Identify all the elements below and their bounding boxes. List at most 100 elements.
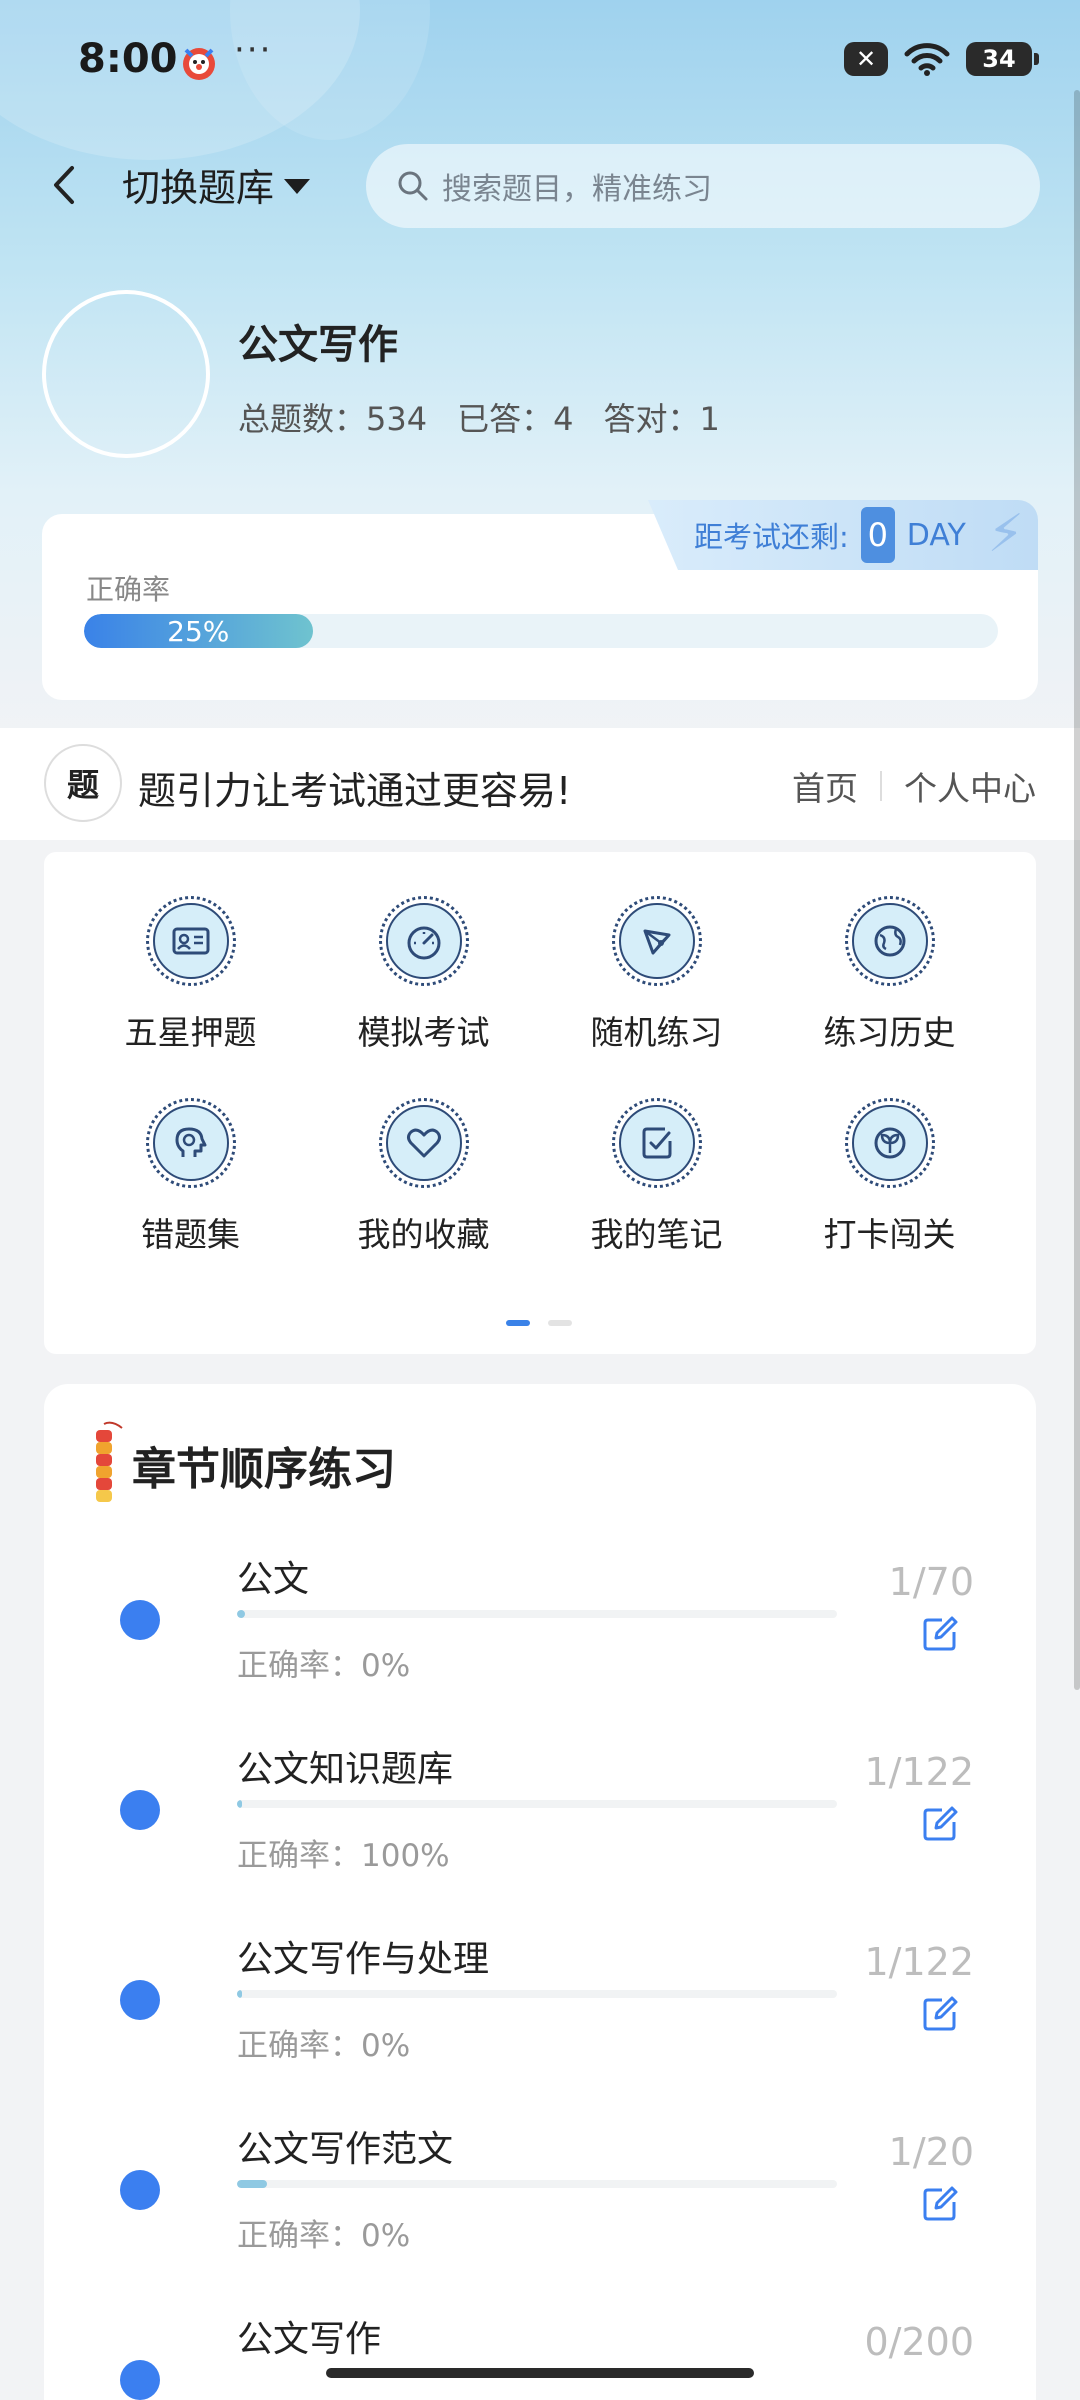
- slogan-bar: 题 题引力让考试通过更容易! 首页 个人中心: [0, 728, 1080, 840]
- chapter-count: 1/122: [864, 1750, 974, 1794]
- correct-stat: 答对：1: [603, 400, 720, 438]
- accuracy-label: 正确率: [86, 573, 171, 606]
- wifi-icon: [904, 43, 950, 76]
- answered-stat: 已答：4: [457, 400, 574, 438]
- top-navigation: 切换题库 搜索题目，精准练习: [0, 140, 1080, 230]
- accuracy-progress: 25%: [84, 614, 998, 648]
- chapter-progress: [237, 1610, 837, 1618]
- chapter-status-dot: [120, 1790, 160, 1830]
- avatar: [42, 290, 210, 458]
- pager-dot[interactable]: [548, 1320, 572, 1326]
- chapter-item[interactable]: 公文写作与处理 正确率：0% 1/122: [44, 1920, 1036, 2110]
- menu-item-favorites[interactable]: 我的收藏: [307, 1098, 540, 1256]
- chapter-item[interactable]: 公文 正确率：0% 1/70: [44, 1540, 1036, 1730]
- menu-label: 我的收藏: [357, 1215, 490, 1254]
- exam-countdown: 距考试还剩: 0 DAY ⚡: [648, 500, 1038, 570]
- edit-icon[interactable]: [920, 1804, 960, 1844]
- home-link[interactable]: 首页: [792, 762, 858, 810]
- menu-item-wrong-questions[interactable]: 错题集: [74, 1098, 307, 1256]
- chapter-progress: [237, 1990, 837, 1998]
- switch-bank-button[interactable]: 切换题库: [122, 156, 311, 212]
- home-indicator[interactable]: [326, 2368, 754, 2378]
- search-placeholder: 搜索题目，精准练习: [442, 172, 712, 207]
- chapter-accuracy: 正确率：0%: [237, 2028, 411, 2064]
- menu-label: 打卡闯关: [823, 1215, 956, 1254]
- sprout-icon: [874, 1127, 905, 1159]
- slogan-text: 题引力让考试通过更容易!: [138, 769, 572, 813]
- chapter-name: 公文写作范文: [237, 2129, 454, 2170]
- edit-icon[interactable]: [920, 1614, 960, 1654]
- brain-icon: [175, 1127, 206, 1157]
- more-indicator: ···: [234, 30, 273, 70]
- accuracy-progress-fill: 25%: [84, 614, 313, 648]
- lightning-icon: ⚡: [987, 504, 1024, 564]
- brand-logo: 题: [44, 744, 122, 822]
- menu-label: 模拟考试: [357, 1013, 490, 1052]
- chapter-count: 1/122: [864, 1940, 974, 1984]
- id-card-icon: [172, 927, 209, 955]
- back-arrow-icon[interactable]: [44, 160, 84, 210]
- menu-pager: [506, 1320, 572, 1326]
- user-center-link[interactable]: 个人中心: [904, 762, 1036, 810]
- chapter-section-title: 章节顺序练习: [132, 1444, 396, 1495]
- menu-label: 错题集: [141, 1215, 240, 1254]
- menu-item-mock-exam[interactable]: 模拟考试: [307, 896, 540, 1054]
- total-stat: 总题数：534: [238, 400, 428, 438]
- chapter-progress: [237, 1800, 837, 1808]
- chapter-name: 公文: [237, 1559, 310, 1600]
- chapter-item[interactable]: 公文写作范文 正确率：0% 1/20: [44, 2110, 1036, 2300]
- firecracker-icon: [96, 1421, 123, 1502]
- menu-item-five-star[interactable]: 五星押题: [74, 896, 307, 1054]
- exam-countdown-days: 0: [860, 507, 895, 563]
- chapter-status-dot: [120, 1600, 160, 1640]
- status-time: 8:00: [78, 36, 178, 82]
- search-input[interactable]: 搜索题目，精准练习: [366, 144, 1040, 228]
- divider: [880, 771, 882, 801]
- bank-title: 公文写作: [238, 322, 398, 368]
- globe-icon: [874, 925, 905, 957]
- bank-profile: 公文写作 总题数：534 已答：4 答对：1: [0, 290, 1080, 470]
- switch-bank-label: 切换题库: [122, 165, 275, 210]
- chapter-item[interactable]: 公文知识题库 正确率：100% 1/122: [44, 1730, 1036, 1920]
- menu-label: 随机练习: [590, 1013, 723, 1052]
- menu-item-check-in[interactable]: 打卡闯关: [773, 1098, 1006, 1256]
- chapter-name: 公文知识题库: [237, 1749, 454, 1790]
- chapter-status-dot: [120, 2170, 160, 2210]
- pager-dot-active[interactable]: [506, 1320, 530, 1326]
- chapter-status-dot: [120, 1980, 160, 2020]
- note-check-icon: [642, 1127, 671, 1159]
- menu-item-random-practice[interactable]: 随机练习: [540, 896, 773, 1054]
- menu-label: 练习历史: [823, 1013, 956, 1052]
- search-icon: [398, 171, 428, 201]
- scrollbar[interactable]: [1074, 90, 1080, 1690]
- sim-disabled-icon: ✕: [844, 42, 888, 76]
- edit-icon[interactable]: [920, 1994, 960, 2034]
- chapter-count: 1/20: [888, 2130, 974, 2174]
- exam-countdown-unit: DAY: [906, 517, 966, 553]
- heart-icon: [406, 1128, 441, 1158]
- chapter-progress: [237, 2180, 837, 2188]
- menu-label: 我的笔记: [590, 1215, 723, 1254]
- menu-label: 五星押题: [124, 1013, 257, 1052]
- menu-item-practice-history[interactable]: 练习历史: [773, 896, 1006, 1054]
- battery-icon: 34: [966, 42, 1039, 76]
- accuracy-card: 距考试还剩: 0 DAY ⚡ 正确率 25%: [42, 500, 1038, 700]
- bank-stats: 总题数：534 已答：4 答对：1: [238, 394, 720, 440]
- chapter-item[interactable]: 公文写作 0/200: [44, 2300, 1036, 2400]
- chapter-accuracy: 正确率：0%: [237, 1648, 411, 1684]
- menu-item-notes[interactable]: 我的笔记: [540, 1098, 773, 1256]
- chapter-name: 公文写作: [237, 2319, 382, 2360]
- chapter-accuracy: 正确率：0%: [237, 2218, 411, 2254]
- status-bar: 8:00 ··· ✕ 34: [0, 0, 1080, 124]
- caret-down-icon: [284, 178, 311, 194]
- network-icon: [643, 929, 670, 955]
- edit-icon[interactable]: [920, 2184, 960, 2224]
- chapter-count: 1/70: [888, 1560, 974, 1604]
- chapter-count: 0/200: [864, 2320, 974, 2364]
- feature-menu: 五星押题 模拟考试 随机练习 练习历史 错题集 我的收藏 我的笔记 打卡闯关: [44, 852, 1036, 1354]
- chapter-accuracy: 正确率：100%: [237, 1838, 450, 1874]
- chapter-status-dot: [120, 2360, 160, 2400]
- exam-countdown-label: 距考试还剩:: [694, 520, 849, 554]
- chapter-practice-card: 章节顺序练习 公文 正确率：0% 1/70 公文知识题库 正确率：100% 1/…: [44, 1384, 1036, 2400]
- app-clown-icon: [183, 48, 215, 80]
